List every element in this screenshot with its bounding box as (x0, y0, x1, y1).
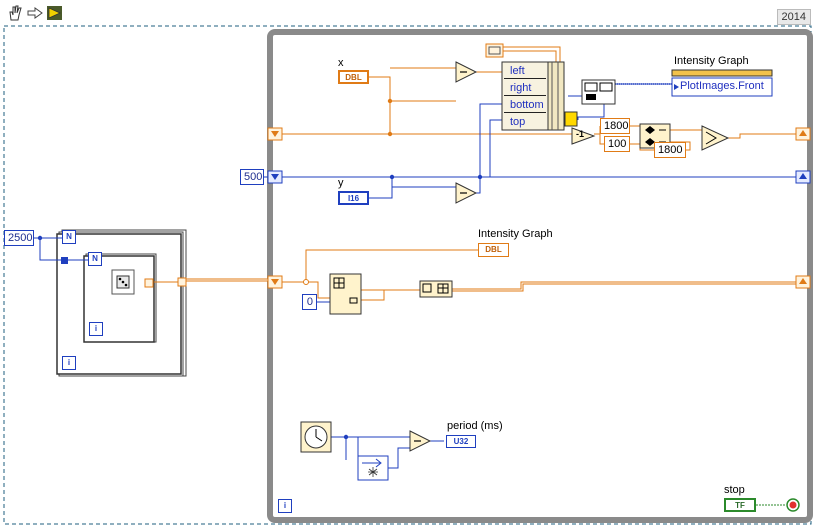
array-subset-node[interactable] (329, 273, 362, 315)
left-shift-register-array[interactable] (267, 275, 283, 289)
x-label: x (338, 57, 344, 69)
left-shift-register-blue[interactable] (267, 170, 283, 184)
right-shift-register-array[interactable] (795, 275, 811, 289)
x-control-terminal[interactable]: DBL (338, 70, 369, 84)
index-zero-constant[interactable]: 0 (302, 294, 317, 310)
height-constant[interactable]: 100 (604, 136, 630, 152)
shift-register-init-constant[interactable]: 500 (240, 169, 264, 185)
property-left[interactable]: left (504, 63, 546, 79)
period-indicator-terminal[interactable]: U32 (446, 435, 476, 448)
hand-tool-icon[interactable] (6, 4, 26, 22)
outer-loop-count-terminal[interactable]: N (62, 230, 76, 244)
right-shift-register-blue[interactable] (795, 170, 811, 184)
run-arrow-icon[interactable] (46, 4, 66, 22)
inner-loop-iteration-terminal: i (89, 322, 103, 336)
period-label: period (ms) (447, 420, 503, 432)
inner-loop-count-terminal[interactable]: N (88, 252, 102, 266)
feedback-node[interactable] (357, 455, 389, 481)
width-constant-b[interactable]: 1800 (654, 142, 686, 158)
stop-terminal-icon[interactable] (786, 498, 800, 512)
draw-flattened-pixmap-node[interactable] (581, 79, 616, 105)
decrement-label: -1 (576, 129, 585, 139)
stop-label: stop (724, 484, 745, 496)
while-loop-iteration-terminal: i (278, 499, 292, 513)
intensity-graph-property-label: Intensity Graph (674, 55, 749, 67)
loop-count-constant[interactable]: 2500 (4, 230, 34, 246)
outer-loop-tunnel[interactable] (177, 277, 187, 287)
minus-signs (414, 71, 467, 442)
left-shift-register-orange[interactable] (267, 127, 283, 141)
property-bottom[interactable]: bottom (504, 97, 546, 113)
version-badge: 2014 (776, 9, 811, 25)
count-tunnel[interactable] (61, 257, 68, 264)
property-right[interactable]: right (504, 80, 546, 96)
tick-count-clock-icon[interactable] (300, 421, 332, 453)
width-constant-a[interactable]: 1800 (600, 118, 630, 134)
intensity-graph-label: Intensity Graph (478, 228, 553, 240)
replace-array-node[interactable] (419, 280, 453, 298)
step-arrow-icon[interactable] (26, 4, 46, 22)
wire-bend (303, 279, 309, 285)
max-min-node[interactable] (701, 125, 730, 151)
intensity-graph-terminal[interactable]: DBL (478, 243, 509, 257)
outer-loop-iteration-terminal: i (62, 356, 76, 370)
y-label: y (338, 177, 344, 189)
property-top[interactable]: top (504, 114, 546, 130)
right-shift-register-orange[interactable] (795, 127, 811, 141)
y-control-terminal[interactable]: I16 (338, 191, 369, 205)
inner-loop-tunnel[interactable] (144, 278, 154, 288)
intensity-reference-icon[interactable] (485, 43, 504, 58)
dice-icon[interactable] (111, 269, 135, 295)
plotimages-front-property[interactable]: PlotImages.Front (680, 80, 764, 92)
stop-control-terminal[interactable]: TF (724, 498, 756, 512)
